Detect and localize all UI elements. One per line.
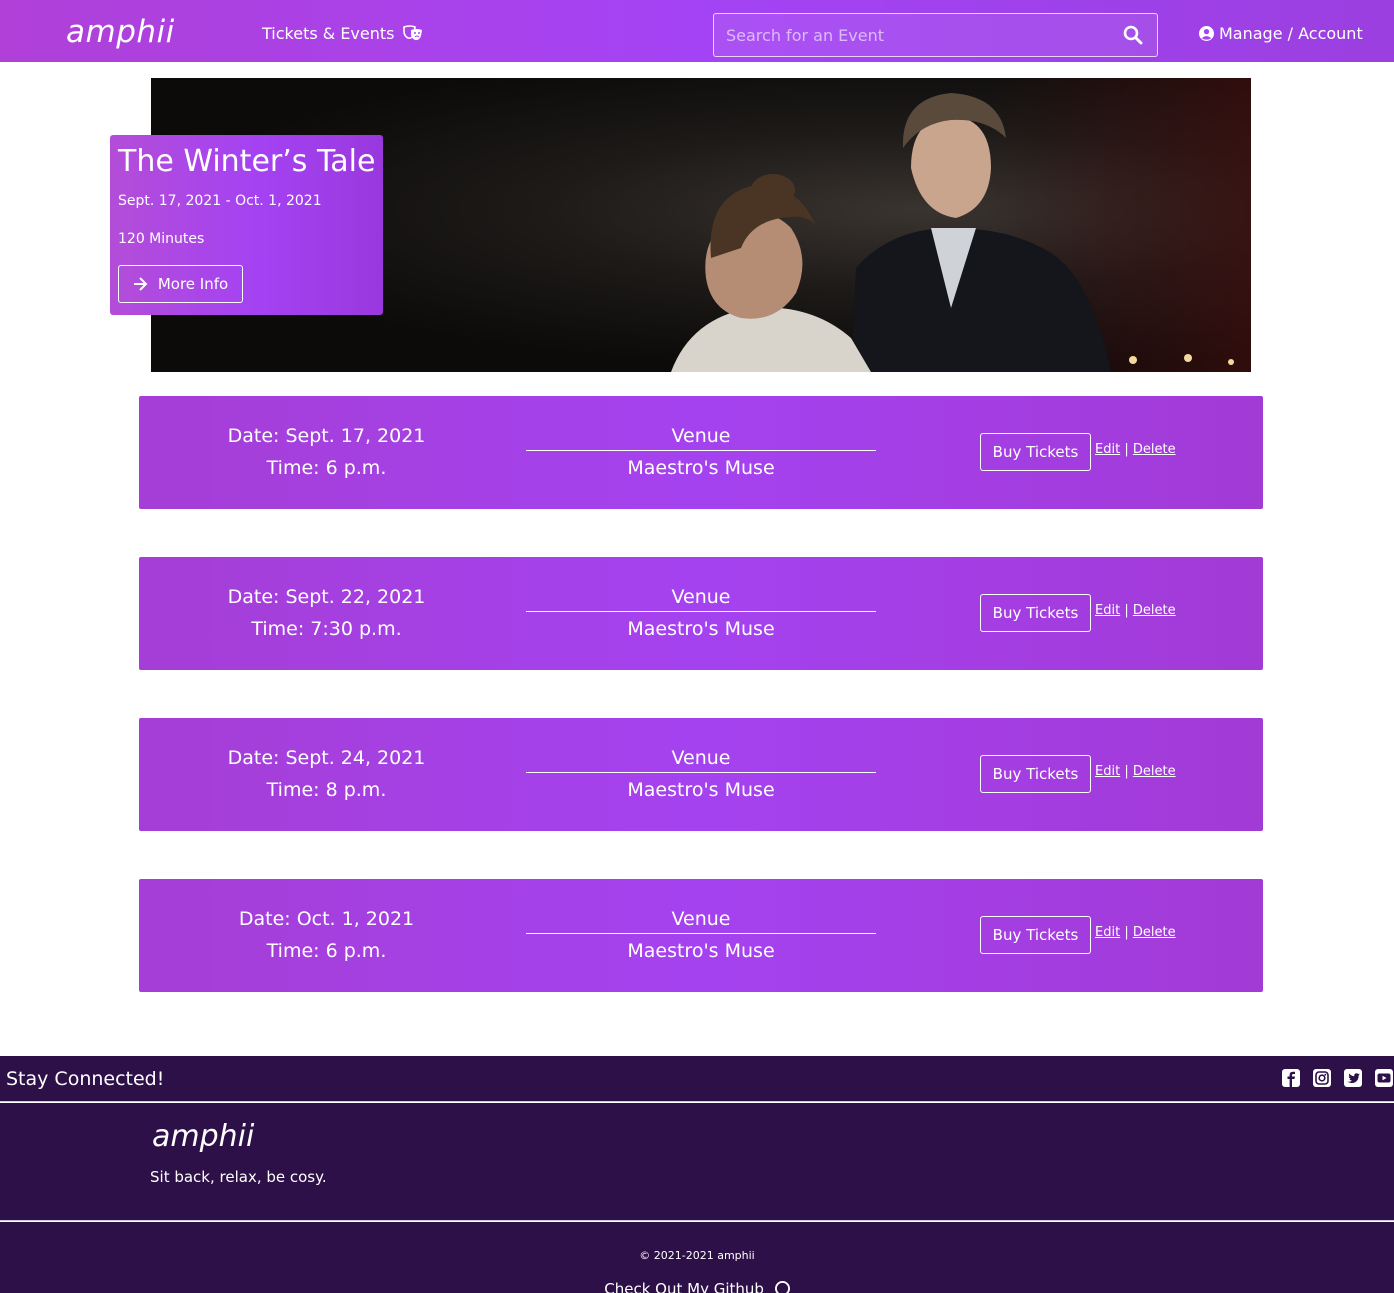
showtime-venue: Venue Maestro's Muse	[526, 583, 876, 645]
event-duration: 120 Minutes	[118, 231, 205, 247]
tickets-events-link[interactable]: Tickets & Events	[262, 24, 424, 43]
footer-tagline: Sit back, relax, be cosy.	[150, 1168, 327, 1186]
youtube-icon[interactable]	[1374, 1069, 1394, 1088]
showtime-time: Time: 7:30 p.m.	[251, 618, 402, 640]
twitter-icon[interactable]	[1343, 1069, 1363, 1088]
footer-brand-section: amphii Sit back, relax, be cosy.	[0, 1103, 1394, 1221]
edit-link[interactable]: Edit	[1095, 442, 1120, 457]
venue-name: Maestro's Muse	[627, 457, 775, 479]
showtime-datetime: Date: Oct. 1, 2021 Time: 6 p.m.	[139, 903, 514, 967]
venue-label: Venue	[526, 422, 876, 451]
edit-delete-links: Edit | Delete	[1095, 764, 1176, 779]
delete-link[interactable]: Delete	[1133, 603, 1176, 618]
social-links	[1281, 1069, 1394, 1088]
showtime-datetime: Date: Sept. 17, 2021 Time: 6 p.m.	[139, 420, 514, 484]
venue-name: Maestro's Muse	[627, 618, 775, 640]
theater-masks-icon	[402, 24, 422, 40]
manage-account-label: Manage / Account	[1219, 24, 1363, 43]
user-circle-icon	[1199, 26, 1214, 41]
link-separator: |	[1124, 442, 1129, 457]
showtime-datetime: Date: Sept. 24, 2021 Time: 8 p.m.	[139, 742, 514, 806]
arrow-right-icon	[133, 277, 148, 291]
link-separator: |	[1124, 603, 1129, 618]
buy-tickets-button[interactable]: Buy Tickets	[980, 916, 1091, 954]
copyright-text: © 2021-2021 amphii	[639, 1249, 755, 1262]
github-link-label: Check Out My Github	[604, 1280, 764, 1293]
showtime-row: Date: Sept. 17, 2021 Time: 6 p.m. Venue …	[139, 396, 1263, 509]
link-separator: |	[1124, 764, 1129, 779]
footer-brand-logo[interactable]: amphii	[152, 1119, 254, 1154]
top-navbar: amphii Tickets & Events Manage / Account	[0, 0, 1394, 62]
showtime-date: Date: Oct. 1, 2021	[238, 908, 415, 930]
more-info-label: More Info	[157, 275, 229, 293]
showtime-row: Date: Oct. 1, 2021 Time: 6 p.m. Venue Ma…	[139, 879, 1263, 992]
delete-link[interactable]: Delete	[1133, 442, 1176, 457]
github-link[interactable]: Check Out My Github	[0, 1280, 1394, 1293]
showtime-time: Time: 6 p.m.	[266, 940, 387, 962]
venue-label: Venue	[526, 583, 876, 612]
showtime-datetime: Date: Sept. 22, 2021 Time: 7:30 p.m.	[139, 581, 514, 645]
event-title: The Winter’s Tale	[118, 144, 376, 179]
edit-link[interactable]: Edit	[1095, 764, 1120, 779]
showtime-venue: Venue Maestro's Muse	[526, 905, 876, 967]
showtime-row: Date: Sept. 24, 2021 Time: 8 p.m. Venue …	[139, 718, 1263, 831]
search-box	[713, 13, 1158, 57]
showtime-date: Date: Sept. 17, 2021	[227, 425, 426, 447]
instagram-icon[interactable]	[1312, 1069, 1332, 1088]
edit-delete-links: Edit | Delete	[1095, 442, 1176, 457]
more-info-button[interactable]: More Info	[118, 265, 243, 303]
footer-social-bar: Stay Connected!	[0, 1056, 1394, 1102]
showtime-row: Date: Sept. 22, 2021 Time: 7:30 p.m. Ven…	[139, 557, 1263, 670]
venue-label: Venue	[526, 744, 876, 773]
buy-tickets-button[interactable]: Buy Tickets	[980, 433, 1091, 471]
delete-link[interactable]: Delete	[1133, 764, 1176, 779]
delete-link[interactable]: Delete	[1133, 925, 1176, 940]
search-icon[interactable]	[1123, 25, 1143, 45]
event-date-range: Sept. 17, 2021 - Oct. 1, 2021	[118, 193, 322, 209]
edit-link[interactable]: Edit	[1095, 925, 1120, 940]
stay-connected-heading: Stay Connected!	[6, 1068, 165, 1090]
venue-label: Venue	[526, 905, 876, 934]
venue-name: Maestro's Muse	[627, 779, 775, 801]
edit-delete-links: Edit | Delete	[1095, 925, 1176, 940]
manage-account-link[interactable]: Manage / Account	[1199, 24, 1363, 43]
edit-link[interactable]: Edit	[1095, 603, 1120, 618]
showtime-date: Date: Sept. 22, 2021	[227, 586, 426, 608]
search-input[interactable]	[714, 14, 1114, 56]
buy-tickets-button[interactable]: Buy Tickets	[980, 755, 1091, 793]
venue-name: Maestro's Muse	[627, 940, 775, 962]
footer-bottom: © 2021-2021 amphii Check Out My Github	[0, 1222, 1394, 1293]
buy-tickets-button[interactable]: Buy Tickets	[980, 594, 1091, 632]
showtime-date: Date: Sept. 24, 2021	[227, 747, 426, 769]
showtime-time: Time: 6 p.m.	[266, 457, 387, 479]
facebook-icon[interactable]	[1281, 1069, 1301, 1088]
brand-logo[interactable]: amphii	[66, 14, 175, 50]
github-icon	[774, 1281, 790, 1293]
edit-delete-links: Edit | Delete	[1095, 603, 1176, 618]
showtime-time: Time: 8 p.m.	[266, 779, 387, 801]
link-separator: |	[1124, 925, 1129, 940]
event-info-card: The Winter’s Tale Sept. 17, 2021 - Oct. …	[110, 135, 383, 315]
showtime-venue: Venue Maestro's Muse	[526, 422, 876, 484]
showtime-venue: Venue Maestro's Muse	[526, 744, 876, 806]
tickets-events-label: Tickets & Events	[262, 24, 395, 43]
